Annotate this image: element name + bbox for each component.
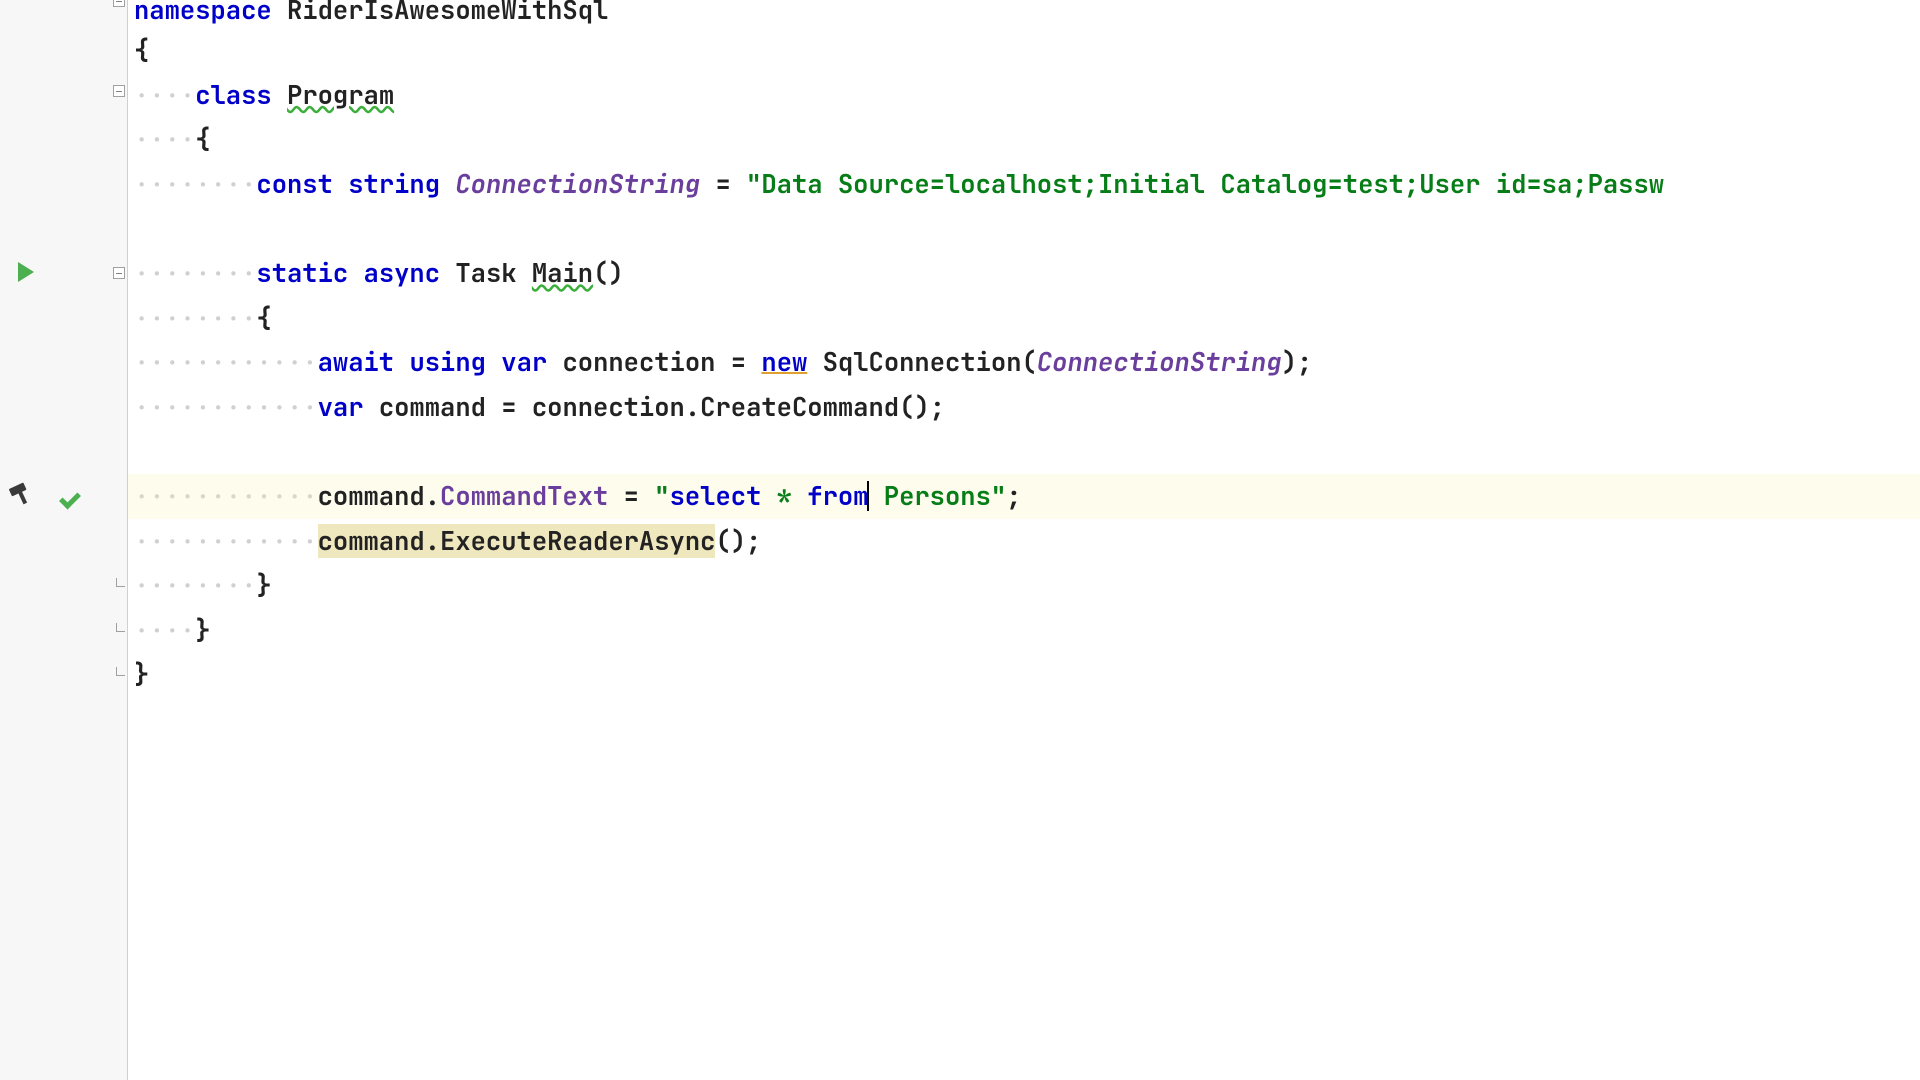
namespace-name: RiderIsAwesomeWithSql — [287, 0, 608, 27]
brace: } — [256, 568, 271, 602]
keyword-await: await — [318, 345, 395, 379]
keyword-static: static — [256, 256, 348, 290]
class-name: Program — [287, 78, 394, 112]
prop-commandtext: CommandText — [440, 479, 608, 513]
keyword-async: async — [364, 256, 441, 290]
method-main: Main — [532, 256, 593, 290]
run-gutter-icon[interactable] — [18, 262, 34, 282]
code-line[interactable]: } — [128, 652, 1920, 697]
keyword-var: var — [501, 345, 547, 379]
code-line[interactable] — [128, 206, 1920, 251]
code-line[interactable] — [128, 429, 1920, 474]
keyword-namespace: namespace — [134, 0, 272, 27]
keyword-var: var — [318, 390, 364, 424]
check-icon[interactable] — [62, 485, 86, 503]
fold-marker-icon[interactable] — [113, 267, 125, 279]
fold-marker-icon[interactable] — [113, 0, 125, 7]
keyword-new: new — [761, 345, 807, 379]
sql-select: select — [670, 479, 762, 513]
fold-end-icon — [113, 669, 125, 681]
method-createcommand: CreateCommand — [700, 390, 899, 424]
var-connection: connection — [562, 345, 715, 379]
fold-end-icon — [113, 625, 125, 637]
keyword-using: using — [409, 345, 486, 379]
code-line[interactable]: namespace RiderIsAwesomeWithSql — [128, 0, 1920, 28]
type-task: Task — [455, 256, 516, 290]
string-literal: "Data Source=localhost;Initial Catalog=t… — [746, 167, 1664, 201]
sql-from: from — [807, 479, 868, 513]
fold-marker-icon[interactable] — [113, 85, 125, 97]
keyword-const: const — [256, 167, 333, 201]
hammer-icon[interactable] — [6, 478, 38, 510]
code-line[interactable]: ····class Program — [128, 73, 1920, 118]
brace: { — [256, 301, 271, 335]
const-name: ConnectionString — [455, 167, 700, 201]
code-line[interactable]: ····{ — [128, 117, 1920, 162]
text-cursor — [867, 481, 869, 511]
keyword-string: string — [348, 167, 440, 201]
code-line[interactable]: ············command.ExecuteReaderAsync()… — [128, 519, 1920, 564]
brace: } — [134, 657, 149, 691]
code-line[interactable]: ········const string ConnectionString = … — [128, 162, 1920, 207]
code-line[interactable]: ········{ — [128, 296, 1920, 341]
code-editor[interactable]: namespace RiderIsAwesomeWithSql { ····cl… — [0, 0, 1920, 1080]
fold-column — [110, 0, 128, 1080]
type-sqlconnection: SqlConnection — [823, 345, 1022, 379]
code-line[interactable]: ····} — [128, 608, 1920, 653]
gutter — [0, 0, 128, 1080]
code-line-highlighted[interactable]: ············command.CommandText = "selec… — [128, 474, 1920, 519]
code-line[interactable]: { — [128, 28, 1920, 73]
brace: { — [195, 122, 210, 156]
code-line[interactable]: ············var command = connection.Cre… — [128, 385, 1920, 430]
code-line[interactable]: ········static async Task Main() — [128, 251, 1920, 296]
code-line[interactable]: ········} — [128, 563, 1920, 608]
fold-end-icon — [113, 580, 125, 592]
keyword-class: class — [195, 78, 272, 112]
code-line[interactable]: ············await using var connection =… — [128, 340, 1920, 385]
brace: } — [195, 613, 210, 647]
brace: { — [134, 33, 149, 67]
var-command: command — [379, 390, 486, 424]
code-area[interactable]: namespace RiderIsAwesomeWithSql { ····cl… — [128, 0, 1920, 1080]
method-executereaderasync: ExecuteReaderAsync — [440, 524, 715, 558]
const-ref: ConnectionString — [1037, 345, 1282, 379]
